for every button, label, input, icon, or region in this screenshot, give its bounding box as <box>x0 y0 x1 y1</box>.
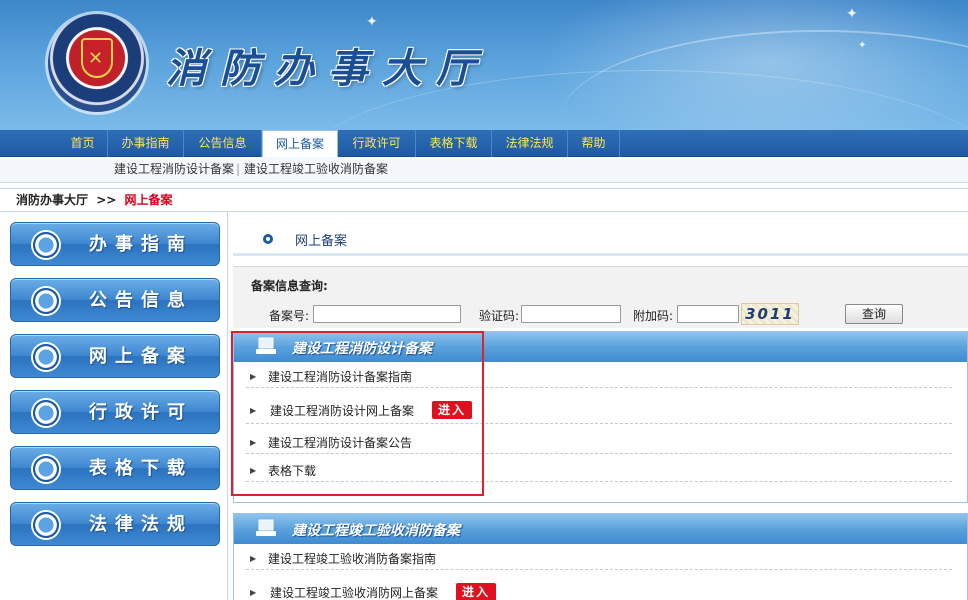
computer-icon <box>256 337 276 354</box>
sparkle-icon: ✦ <box>858 40 867 51</box>
acceptance-filing-panel: 建设工程竣工验收消防备案 ▶ 建设工程竣工验收消防备案指南 ▶ 建设工程竣工验收… <box>233 513 968 600</box>
triangle-right-icon: ▶ <box>250 466 257 475</box>
ring-icon <box>33 456 59 482</box>
panel-header: 建设工程竣工验收消防备案 <box>234 514 967 544</box>
list-item[interactable]: ▶ 表格下载 <box>246 460 952 482</box>
breadcrumb-home[interactable]: 消防办事大厅 <box>16 193 88 207</box>
bullet-circle-icon <box>263 234 273 244</box>
enter-button[interactable]: 进入 <box>432 401 473 419</box>
sidebar-item-label: 办事指南 <box>89 234 193 255</box>
sub-nav: 建设工程消防设计备案 | 建设工程竣工验收消防备案 <box>0 157 968 183</box>
breadcrumb: 消防办事大厅 >> 网上备案 <box>0 188 968 212</box>
section-header: 网上备案 <box>233 222 968 256</box>
list-item-link[interactable]: 建设工程消防设计网上备案 <box>270 400 414 422</box>
ring-icon <box>33 400 59 426</box>
section-title: 网上备案 <box>295 234 348 249</box>
sidebar-item-label: 行政许可 <box>89 402 193 423</box>
triangle-right-icon: ▶ <box>250 406 257 415</box>
enter-button[interactable]: 进入 <box>456 583 497 600</box>
breadcrumb-current: 网上备案 <box>124 193 173 207</box>
panel-title: 建设工程竣工验收消防备案 <box>292 523 460 539</box>
axes-icon: ✕ <box>88 48 104 69</box>
captcha-label: 验证码: <box>479 309 520 323</box>
sidebar-item-label: 公告信息 <box>89 290 193 311</box>
nav-item-laws[interactable]: 法律法规 <box>492 130 568 157</box>
list-item[interactable]: ▶ 建设工程消防设计备案公告 <box>246 432 952 454</box>
nav-item-permits[interactable]: 行政许可 <box>338 130 416 157</box>
sidebar-item-label: 网上备案 <box>89 346 193 367</box>
ring-icon <box>33 344 59 370</box>
ring-icon <box>33 512 59 538</box>
panel-title: 建设工程消防设计备案 <box>292 341 432 357</box>
sidebar-item-guide[interactable]: 办事指南 <box>10 222 220 266</box>
nav-item-notices[interactable]: 公告信息 <box>184 130 262 157</box>
triangle-right-icon: ▶ <box>250 372 257 381</box>
extra-code-label: 附加码: <box>633 309 674 323</box>
header-banner: ✦ ✦ ✦ ✕ 消防办事大厅 <box>0 0 968 130</box>
nav-item-home[interactable]: 首页 <box>58 130 108 157</box>
triangle-right-icon: ▶ <box>250 554 257 563</box>
subnav-acceptance-filing[interactable]: 建设工程竣工验收消防备案 <box>244 157 388 182</box>
panel-header: 建设工程消防设计备案 <box>234 332 967 362</box>
sidebar-item-forms[interactable]: 表格下载 <box>10 446 220 490</box>
list-item-link[interactable]: 建设工程竣工验收消防备案指南 <box>268 548 436 570</box>
captcha-input[interactable] <box>521 305 621 323</box>
list-item-link[interactable]: 建设工程消防设计备案公告 <box>268 432 412 454</box>
fire-service-emblem-icon: ✕ <box>48 14 146 112</box>
query-title: 备案信息查询: <box>251 279 328 293</box>
record-no-label: 备案号: <box>269 309 310 323</box>
sidebar-item-label: 表格下载 <box>89 458 193 479</box>
ring-icon <box>33 232 59 258</box>
list-item-link[interactable]: 建设工程消防设计备案指南 <box>268 366 412 388</box>
breadcrumb-arrow: >> <box>96 193 117 207</box>
query-form: 备案信息查询: 备案号: 验证码: 附加码: 3011 查询 <box>233 266 968 328</box>
ring-icon <box>33 288 59 314</box>
list-item[interactable]: ▶ 建设工程消防设计网上备案 进入 <box>246 398 952 424</box>
sidebar-item-laws[interactable]: 法律法规 <box>10 502 220 546</box>
nav-item-help[interactable]: 帮助 <box>568 130 620 157</box>
extra-code-input[interactable] <box>677 305 739 323</box>
subnav-design-filing[interactable]: 建设工程消防设计备案 <box>114 157 234 182</box>
sidebar-item-notices[interactable]: 公告信息 <box>10 278 220 322</box>
design-filing-panel: 建设工程消防设计备案 ▶ 建设工程消防设计备案指南 ▶ 建设工程消防设计网上备案… <box>233 331 968 503</box>
nav-item-guide[interactable]: 办事指南 <box>108 130 184 157</box>
nav-item-forms[interactable]: 表格下载 <box>416 130 492 157</box>
sidebar-item-permits[interactable]: 行政许可 <box>10 390 220 434</box>
sparkle-icon: ✦ <box>846 6 858 22</box>
computer-icon <box>256 519 276 536</box>
list-item[interactable]: ▶ 建设工程消防设计备案指南 <box>246 366 952 388</box>
record-no-input[interactable] <box>313 305 461 323</box>
triangle-right-icon: ▶ <box>250 588 257 597</box>
sidebar: 办事指南 公告信息 网上备案 行政许可 表格下载 法律法规 <box>0 212 228 600</box>
subnav-separator: | <box>236 162 241 176</box>
site-title: 消防办事大厅 <box>166 45 490 92</box>
triangle-right-icon: ▶ <box>250 438 257 447</box>
sidebar-item-online-filing[interactable]: 网上备案 <box>10 334 220 378</box>
list-item-link[interactable]: 建设工程竣工验收消防网上备案 <box>270 582 438 600</box>
search-button[interactable]: 查询 <box>845 304 903 324</box>
sidebar-item-label: 法律法规 <box>89 514 193 535</box>
list-item-link[interactable]: 表格下载 <box>268 460 316 482</box>
captcha-image[interactable]: 3011 <box>741 303 799 325</box>
sparkle-icon: ✦ <box>366 14 378 30</box>
nav-item-online-filing[interactable]: 网上备案 <box>262 130 338 158</box>
list-item[interactable]: ▶ 建设工程竣工验收消防备案指南 <box>246 548 952 570</box>
list-item[interactable]: ▶ 建设工程竣工验收消防网上备案 进入 <box>246 580 952 600</box>
main-nav: 首页 办事指南 公告信息 网上备案 行政许可 表格下载 法律法规 帮助 <box>0 130 968 158</box>
